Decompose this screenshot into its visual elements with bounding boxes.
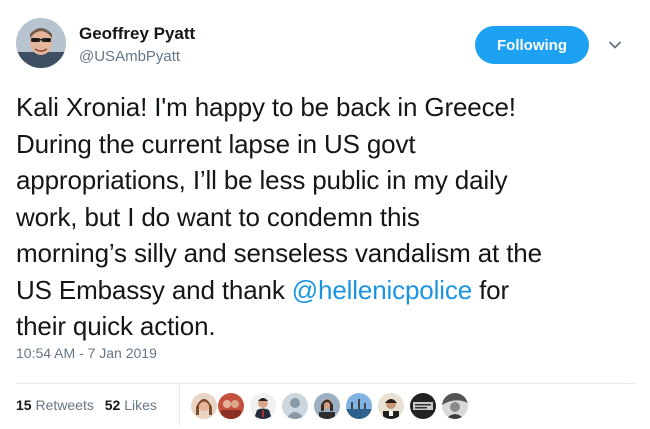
user-handle[interactable]: @USAmbPyatt — [79, 48, 180, 66]
liker-avatar[interactable] — [217, 392, 245, 420]
tweet-line-text: US Embassy and thank — [16, 274, 292, 305]
likes-stat[interactable]: 52 Likes — [105, 397, 157, 413]
tweet-line: US Embassy and thank @hellenicpolice for — [16, 272, 641, 309]
tweet-line: During the current lapse in US govt — [16, 128, 416, 159]
liker-avatar[interactable] — [377, 392, 405, 420]
tweet-line: appropriations, I’ll be less public in m… — [16, 165, 508, 195]
liker-avatar[interactable] — [409, 392, 437, 420]
user-avatar[interactable] — [16, 18, 66, 68]
chevron-down-icon[interactable] — [608, 38, 622, 52]
divider — [16, 383, 636, 384]
tweet-text: Kali Xronia! I'm happy to be back in Gre… — [16, 89, 641, 345]
tweet-timestamp[interactable]: 10:54 AM - 7 Jan 2019 — [16, 345, 157, 361]
liker-avatar[interactable] — [313, 392, 341, 420]
tweet-line-text: for — [472, 274, 509, 305]
tweet-line: their quick action. — [16, 311, 216, 341]
retweets-stat[interactable]: 15 Retweets — [16, 397, 94, 413]
default-avatar[interactable] — [281, 392, 309, 420]
liker-avatar[interactable] — [249, 392, 277, 420]
tweet-line: Kali Xronia! I'm happy to be back in Gre… — [16, 92, 516, 122]
following-button[interactable]: Following — [475, 26, 589, 64]
tweet-line: work, but I do want to condemn this — [16, 201, 420, 232]
retweets-label: Retweets — [35, 397, 94, 413]
liker-avatar[interactable] — [190, 392, 218, 420]
likes-label: Likes — [124, 397, 157, 413]
tweet-card: Geoffrey Pyatt @USAmbPyatt Following Kal… — [0, 0, 650, 429]
tweet-stats: 15 Retweets 52 Likes — [16, 397, 164, 413]
retweets-count: 15 — [16, 397, 32, 413]
liker-avatar[interactable] — [345, 392, 373, 420]
liker-avatar[interactable] — [441, 392, 469, 420]
tweet-line: morning’s silly and senseless vandalism … — [16, 238, 542, 268]
stats-separator — [179, 384, 180, 426]
likes-count: 52 — [104, 397, 121, 413]
mention-link[interactable]: @hellenicpolice — [292, 275, 472, 305]
user-display-name[interactable]: Geoffrey Pyatt — [79, 24, 195, 44]
